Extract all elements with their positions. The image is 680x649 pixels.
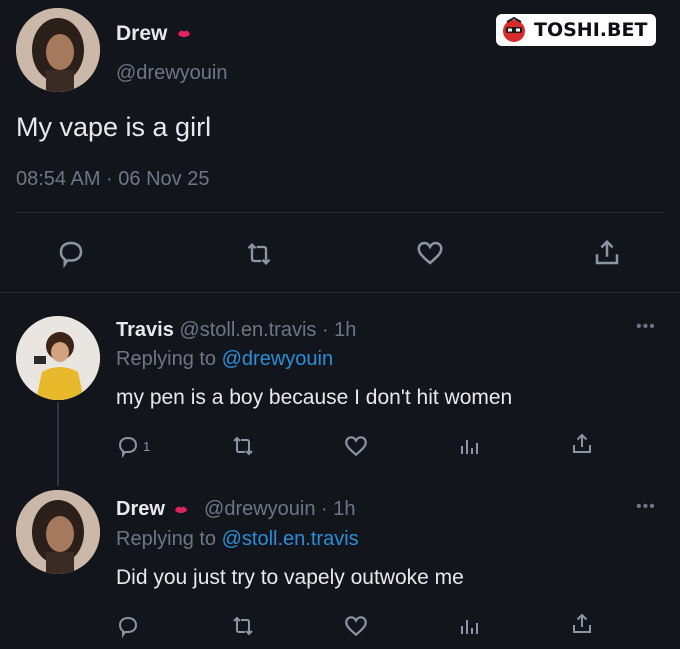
logo-text: TOSHI.BET	[534, 19, 648, 41]
lips-icon	[175, 506, 188, 513]
divider	[0, 292, 680, 293]
handle[interactable]: @drewyouin	[116, 62, 227, 85]
analytics-icon	[461, 440, 478, 454]
reply-text: Did you just try to vapely outwoke me	[116, 566, 464, 589]
analytics-button[interactable]	[457, 614, 481, 643]
retweet-button[interactable]	[230, 614, 256, 643]
main-tweet-header: Drew	[116, 22, 191, 46]
avatar-drew[interactable]	[16, 490, 100, 574]
display-name[interactable]: Travis	[116, 319, 174, 341]
reply-header: Drew @drewyouin · 1h	[116, 498, 356, 521]
reply-text: my pen is a boy because I don't hit wome…	[116, 386, 513, 409]
like-button[interactable]	[343, 613, 369, 644]
avatar-drew[interactable]	[16, 8, 100, 92]
timestamp[interactable]: 08:54 AM · 06 Nov 25	[16, 168, 209, 191]
thread-line	[57, 402, 59, 486]
retweet-icon	[233, 436, 253, 456]
share-icon	[573, 613, 591, 633]
heart-icon	[417, 241, 443, 265]
display-name[interactable]: Drew	[116, 22, 167, 45]
display-name[interactable]: Drew	[116, 498, 165, 520]
replying-to-link[interactable]: @drewyouin	[222, 348, 333, 370]
heart-icon	[345, 616, 367, 637]
avatar-travis[interactable]	[16, 316, 100, 400]
reply-header: Travis @stoll.en.travis · 1h	[116, 319, 356, 342]
like-button[interactable]	[343, 433, 369, 464]
reply-meta[interactable]: @stoll.en.travis · 1h	[179, 319, 356, 341]
reply-button[interactable]	[116, 614, 140, 643]
retweet-icon	[233, 616, 253, 636]
retweet-button[interactable]	[244, 240, 274, 273]
replying-line: Replying to @drewyouin	[116, 348, 333, 371]
retweet-icon	[247, 243, 271, 265]
toshi-bet-logo: TOSHI.BET	[496, 14, 656, 46]
more-options-icon[interactable]: •••	[636, 318, 656, 336]
reply-count: 1	[143, 438, 151, 454]
reply-button[interactable]	[56, 238, 86, 273]
share-button[interactable]	[570, 432, 594, 461]
analytics-icon	[461, 620, 478, 634]
share-icon	[573, 433, 591, 453]
share-icon	[595, 239, 619, 265]
replying-prefix: Replying to	[116, 528, 217, 550]
share-button[interactable]	[592, 238, 622, 273]
divider	[16, 212, 664, 213]
reply-meta[interactable]: @drewyouin · 1h	[204, 498, 355, 520]
replying-prefix: Replying to	[116, 348, 217, 370]
replying-to-link[interactable]: @stoll.en.travis	[222, 528, 359, 550]
reply-button[interactable]: 1	[116, 434, 150, 458]
reply-icon	[118, 616, 138, 639]
replying-line: Replying to @stoll.en.travis	[116, 528, 359, 551]
like-button[interactable]	[414, 238, 446, 273]
heart-icon	[345, 436, 367, 457]
lips-icon	[178, 31, 191, 38]
reply-icon	[59, 241, 83, 269]
share-button[interactable]	[570, 612, 594, 641]
reply-icon	[118, 436, 138, 458]
analytics-button[interactable]	[457, 434, 481, 463]
more-options-icon[interactable]: •••	[636, 498, 656, 516]
retweet-button[interactable]	[230, 434, 256, 463]
mascot-icon	[503, 16, 525, 42]
tweet-text: My vape is a girl	[16, 112, 212, 142]
